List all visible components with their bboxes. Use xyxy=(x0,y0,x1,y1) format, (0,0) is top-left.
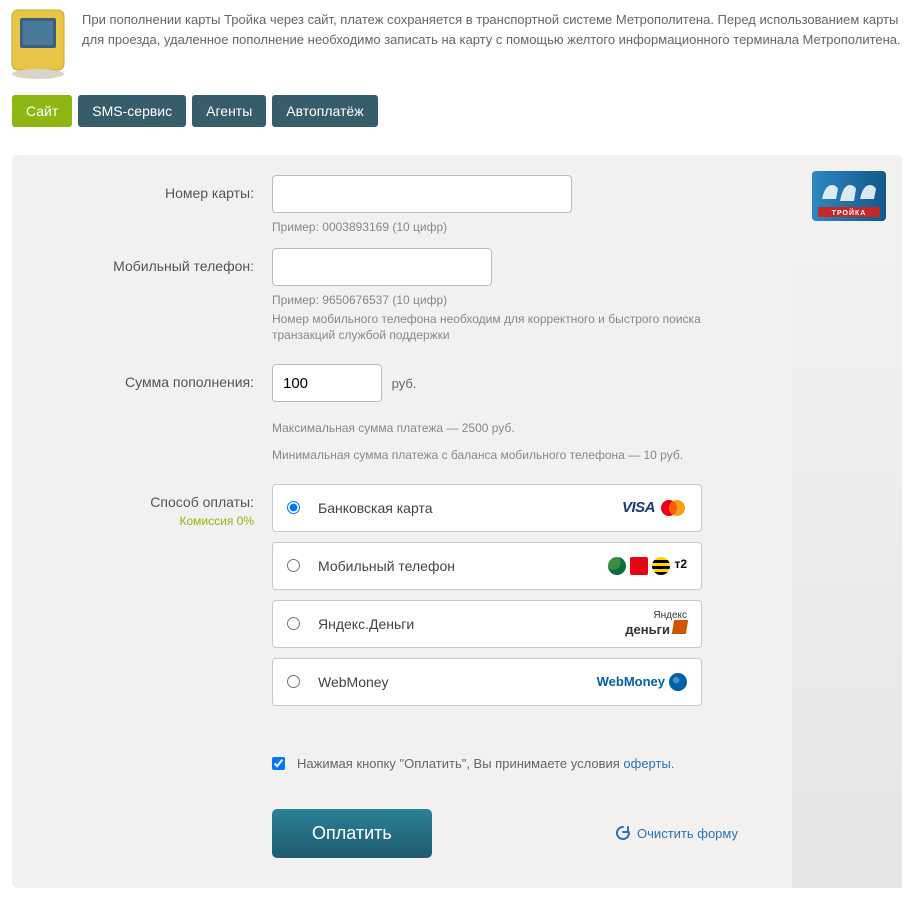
pay-option-yandex-label: Яндекс.Деньги xyxy=(318,616,625,632)
clear-form-label: Очистить форму xyxy=(637,826,738,841)
offer-link[interactable]: оферты xyxy=(623,756,670,771)
visa-logo-icon: VISA xyxy=(622,499,655,516)
row-card-number: Номер карты: Пример: 0003893169 (10 цифр… xyxy=(36,175,878,236)
pay-option-card-label: Банковская карта xyxy=(318,500,622,516)
yandex-money-logo-icon: Яндекс деньги xyxy=(625,611,687,636)
tab-agents[interactable]: Агенты xyxy=(192,95,266,127)
clear-form-link[interactable]: Очистить форму xyxy=(615,825,738,841)
terms-row: Нажимая кнопку "Оплатить", Вы принимаете… xyxy=(272,756,738,771)
pay-option-yandex-radio[interactable] xyxy=(287,617,300,630)
pay-option-mobile-label: Мобильный телефон xyxy=(318,558,608,574)
operator-megafon-icon xyxy=(608,557,626,575)
amount-hint-1: Максимальная сумма платежа — 2500 руб. xyxy=(272,420,702,437)
terminal-icon xyxy=(8,6,68,81)
tab-site[interactable]: Сайт xyxy=(12,95,72,127)
phone-label: Мобильный телефон: xyxy=(36,248,272,344)
tab-autopay[interactable]: Автоплатёж xyxy=(272,95,377,127)
mastercard-logo-icon xyxy=(659,499,687,517)
phone-input[interactable] xyxy=(272,248,492,286)
reload-icon xyxy=(615,825,631,841)
tabs: Сайт SMS-сервис Агенты Автоплатёж xyxy=(0,95,914,127)
row-amount: Сумма пополнения: руб. Максимальная сумм… xyxy=(36,364,878,464)
phone-hint-1: Пример: 9650676537 (10 цифр) xyxy=(272,292,702,309)
row-payment-method: Способ оплаты: Комиссия 0% Банковская ка… xyxy=(36,484,878,716)
amount-hint-2: Минимальная сумма платежа с баланса моби… xyxy=(272,447,702,464)
operator-mts-icon xyxy=(630,557,648,575)
payment-form: ТРОЙКА Номер карты: Пример: 0003893169 (… xyxy=(12,155,902,888)
svg-text:ТРОЙКА: ТРОЙКА xyxy=(832,208,867,217)
amount-unit: руб. xyxy=(392,376,417,391)
card-number-input[interactable] xyxy=(272,175,572,213)
info-block: При пополнении карты Тройка через сайт, … xyxy=(0,0,914,95)
terms-text: Нажимая кнопку "Оплатить", Вы принимаете… xyxy=(297,756,674,771)
card-number-label: Номер карты: xyxy=(36,175,272,236)
pay-method-label: Способ оплаты: xyxy=(36,494,254,510)
pay-option-card[interactable]: Банковская карта VISA xyxy=(272,484,702,532)
operator-tele2-icon: т2 xyxy=(674,557,687,575)
pay-option-webmoney-radio[interactable] xyxy=(287,675,300,688)
pay-option-webmoney[interactable]: WebMoney WebMoney xyxy=(272,658,702,706)
pay-button[interactable]: Оплатить xyxy=(272,809,432,858)
troika-card-image: ТРОЙКА xyxy=(812,171,886,221)
terms-checkbox[interactable] xyxy=(272,757,285,770)
tab-sms[interactable]: SMS-сервис xyxy=(78,95,186,127)
phone-hint-2: Номер мобильного телефона необходим для … xyxy=(272,311,702,345)
pay-option-mobile[interactable]: Мобильный телефон т2 xyxy=(272,542,702,590)
pay-option-yandex[interactable]: Яндекс.Деньги Яндекс деньги xyxy=(272,600,702,648)
card-number-hint: Пример: 0003893169 (10 цифр) xyxy=(272,219,702,236)
operator-beeline-icon xyxy=(652,557,670,575)
pay-option-webmoney-label: WebMoney xyxy=(318,674,597,690)
amount-label: Сумма пополнения: xyxy=(36,364,272,464)
pay-option-card-radio[interactable] xyxy=(287,501,300,514)
info-text: При пополнении карты Тройка через сайт, … xyxy=(82,6,906,81)
commission-label: Комиссия 0% xyxy=(36,514,254,528)
row-phone: Мобильный телефон: Пример: 9650676537 (1… xyxy=(36,248,878,344)
amount-input[interactable] xyxy=(272,364,382,402)
pay-option-mobile-radio[interactable] xyxy=(287,559,300,572)
webmoney-logo-icon: WebMoney xyxy=(597,673,687,691)
